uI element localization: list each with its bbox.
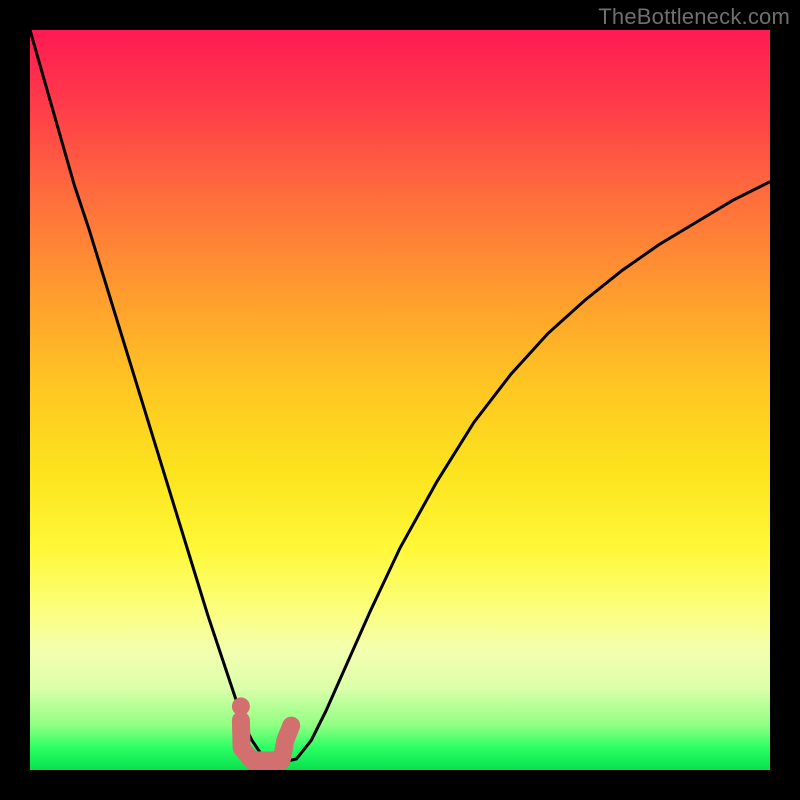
chart-plot-area	[30, 30, 770, 770]
watermark-text: TheBottleneck.com	[598, 4, 790, 30]
chart-marker-dot	[232, 697, 250, 715]
chart-curve	[30, 30, 770, 763]
chart-svg	[30, 30, 770, 770]
chart-frame: TheBottleneck.com	[0, 0, 800, 800]
chart-marker	[241, 720, 291, 760]
